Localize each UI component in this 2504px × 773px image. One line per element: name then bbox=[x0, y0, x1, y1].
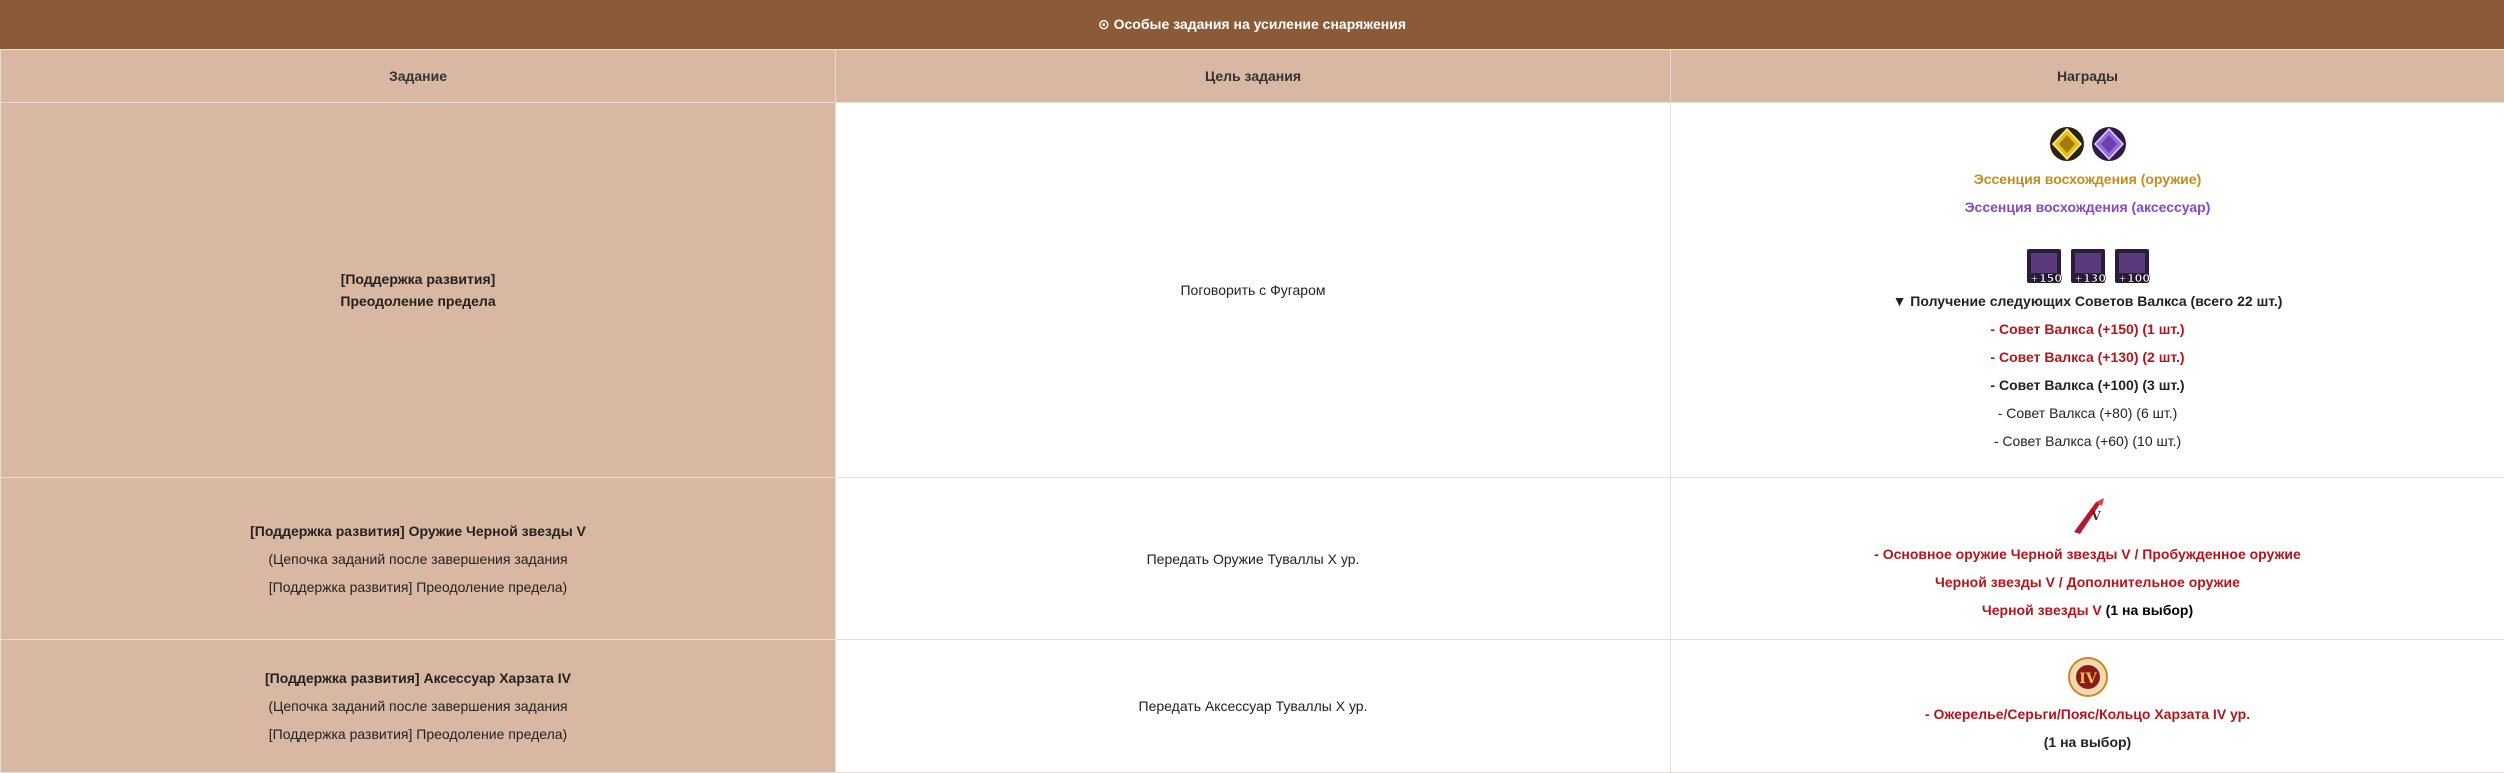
svg-text:IV: IV bbox=[2079, 671, 2098, 687]
reward-line: (1 на выбор) bbox=[2043, 734, 2132, 750]
task-cell: [Поддержка развития] Преодоление предела bbox=[0, 102, 836, 478]
essence-weapon-label: Эссенция восхождения (оружие) bbox=[1973, 171, 2202, 187]
essence-accessory-label: Эссенция восхождения (аксессуар) bbox=[1964, 199, 2211, 215]
goal-cell: Поговорить с Фугаром bbox=[835, 102, 1671, 478]
task-line: [Поддержка развития] Оружие Черной звезд… bbox=[250, 522, 586, 539]
header-task: Задание bbox=[0, 49, 836, 103]
reward-choice: (1 на выбор) bbox=[2101, 601, 2194, 618]
table-header-row: Задание Цель задания Награды bbox=[0, 49, 2504, 103]
reward-line-last: Черной звезды V (1 на выбор) bbox=[1671, 596, 2504, 624]
header-rewards: Награды bbox=[1670, 49, 2504, 103]
harzat-accessory-icon: IV bbox=[2067, 656, 2109, 698]
scroll-icon: +100 bbox=[2112, 247, 2152, 285]
table-row: [Поддержка развития] Преодоление предела… bbox=[0, 102, 2504, 478]
svg-text:V: V bbox=[2090, 509, 2101, 523]
task-line: (Цепочка заданий после завершения задани… bbox=[268, 698, 568, 714]
goal-text: Поговорить с Фугаром bbox=[1180, 282, 1326, 298]
scroll-icon: +130 bbox=[2068, 247, 2108, 285]
goal-text: Передать Оружие Туваллы X ур. bbox=[1146, 550, 1360, 567]
weapon-essence-icon bbox=[2048, 125, 2086, 163]
task-line: [Поддержка развития] bbox=[340, 271, 496, 287]
quest-table: Задание Цель задания Награды [Поддержка … bbox=[0, 49, 2504, 773]
advice-scroll-icons: +150 +130 +100 bbox=[1671, 247, 2504, 285]
reward-cell: IV - Ожерелье/Серьги/Пояс/Кольцо Харзата… bbox=[1670, 639, 2504, 773]
scroll-badge: +150 bbox=[2029, 272, 2062, 285]
advice-header: ▼ Получение следующих Советов Валкса (вс… bbox=[1892, 293, 2283, 309]
advice-item: - Совет Валкса (+100) (3 шт.) bbox=[1990, 377, 2185, 393]
reward-icons: V bbox=[1671, 494, 2504, 538]
advice-item: - Совет Валкса (+130) (2 шт.) bbox=[1990, 349, 2185, 365]
reward-line: - Основное оружие Черной звезды V / Проб… bbox=[1874, 545, 2301, 562]
header-goal: Цель задания bbox=[835, 49, 1671, 103]
task-cell: [Поддержка развития] Аксессуар Харзата I… bbox=[0, 639, 836, 773]
reward-cell: Эссенция восхождения (оружие) Эссенция в… bbox=[1670, 102, 2504, 478]
task-line: [Поддержка развития] Преодоление предела… bbox=[268, 578, 568, 595]
goal-cell: Передать Аксессуар Туваллы X ур. bbox=[835, 639, 1671, 773]
scroll-badge: +130 bbox=[2073, 272, 2106, 285]
reward-line: - Ожерелье/Серьги/Пояс/Кольцо Харзата IV… bbox=[1924, 706, 2251, 722]
reward-line: Черной звезды V / Дополнительное оружие bbox=[1935, 573, 2240, 590]
advice-item: - Совет Валкса (+150) (1 шт.) bbox=[1990, 321, 2185, 337]
reward-icons: IV bbox=[1671, 656, 2504, 698]
goal-text: Передать Аксессуар Туваллы X ур. bbox=[1138, 698, 1368, 714]
table-row: [Поддержка развития] Оружие Черной звезд… bbox=[0, 477, 2504, 640]
goal-cell: Передать Оружие Туваллы X ур. bbox=[835, 477, 1671, 640]
page: ⊙ Особые задания на усиление снаряжения … bbox=[0, 0, 2504, 773]
task-line: [Поддержка развития] Преодоление предела… bbox=[268, 726, 568, 742]
task-cell: [Поддержка развития] Оружие Черной звезд… bbox=[0, 477, 836, 640]
reward-line: Черной звезды V bbox=[1981, 601, 2102, 618]
page-title: ⊙ Особые задания на усиление снаряжения bbox=[0, 0, 2504, 49]
scroll-badge: +100 bbox=[2117, 272, 2150, 285]
scroll-icon: +150 bbox=[2024, 247, 2064, 285]
task-line: (Цепочка заданий после завершения задани… bbox=[268, 550, 568, 567]
task-line: [Поддержка развития] Аксессуар Харзата I… bbox=[264, 670, 572, 686]
advice-item: - Совет Валкса (+80) (6 шт.) bbox=[1997, 405, 2178, 421]
reward-cell: V - Основное оружие Черной звезды V / Пр… bbox=[1670, 477, 2504, 640]
accessory-essence-icon bbox=[2090, 125, 2128, 163]
advice-item: - Совет Валкса (+60) (10 шт.) bbox=[1993, 433, 2182, 449]
black-star-weapon-icon: V bbox=[2066, 494, 2110, 538]
task-line: Преодоление предела bbox=[340, 293, 496, 309]
table-row: [Поддержка развития] Аксессуар Харзата I… bbox=[0, 639, 2504, 773]
essence-icons bbox=[1671, 125, 2504, 163]
